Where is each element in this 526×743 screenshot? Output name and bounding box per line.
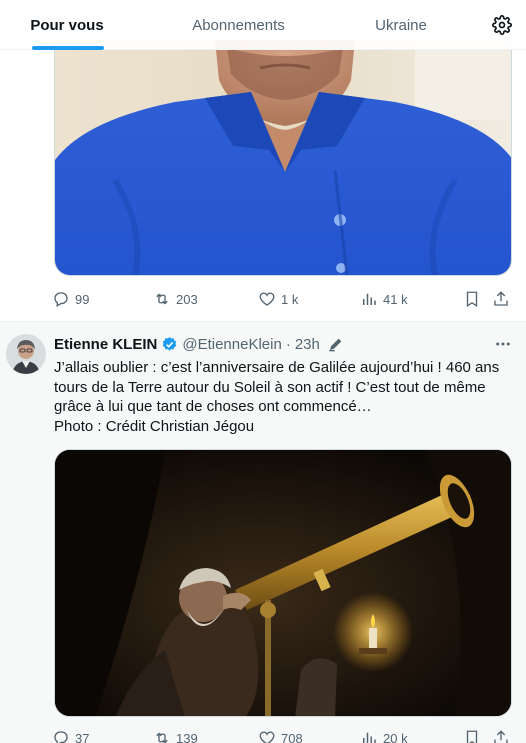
tweet[interactable]: Etienne KLEIN @EtienneKlein · 23h J’alla… (0, 322, 526, 743)
gear-icon (492, 15, 512, 35)
share-button[interactable] (492, 727, 510, 743)
tweet-text-line: grâce à lui que tant de choses ont comme… (54, 398, 372, 415)
views-icon (363, 293, 376, 305)
retweet-count: 203 (176, 291, 198, 307)
like-button[interactable]: 1 k (258, 288, 298, 310)
retweet-button[interactable]: 139 (153, 727, 198, 743)
share-button[interactable] (492, 288, 510, 310)
bookmark-icon (466, 730, 478, 743)
verified-badge-icon (163, 336, 177, 351)
active-tab-indicator (32, 46, 104, 50)
retweet-icon (156, 293, 168, 305)
tweet-photo[interactable] (54, 40, 512, 276)
reply-icon (54, 731, 68, 743)
timeline-tab-bar: Pour vous Abonnements Ukraine (0, 0, 526, 50)
tweet-text-line: Photo : Crédit Christian Jégou (54, 417, 255, 435)
bookmark-icon (466, 291, 478, 308)
heart-icon (259, 731, 275, 743)
pencil-icon[interactable] (328, 336, 344, 352)
share-icon (494, 291, 508, 306)
reply-count: 99 (75, 291, 90, 307)
man-in-blue-polo-photo (55, 40, 511, 275)
views-icon (363, 732, 376, 743)
tab-ukraine[interactable]: Ukraine (344, 0, 458, 50)
bookmark-button[interactable] (463, 727, 481, 743)
bookmark-button[interactable] (463, 288, 481, 310)
galileo-telescope-painting (55, 450, 511, 716)
more-options-button[interactable] (492, 334, 514, 354)
separator-dot: · (285, 335, 291, 353)
author-handle[interactable]: @EtienneKlein (182, 336, 281, 353)
reply-icon (54, 292, 68, 307)
tweet-photo[interactable] (54, 449, 512, 717)
tweet-header: Etienne KLEIN @EtienneKlein · 23h (54, 334, 344, 354)
timeline-settings-button[interactable] (489, 12, 515, 38)
tab-label: Ukraine (375, 16, 427, 34)
retweet-button[interactable]: 203 (153, 288, 198, 310)
view-count: 41 k (383, 291, 408, 307)
tweet-text-line: J’allais oublier : c’est l’anniversaire … (54, 359, 500, 376)
like-count: 708 (281, 730, 303, 743)
share-icon (494, 730, 508, 743)
heart-icon (259, 292, 275, 306)
retweet-icon (156, 732, 168, 743)
tab-abonnements[interactable]: Abonnements (160, 0, 317, 50)
tweet-text: J’allais oublier : c’est l’anniversaire … (54, 358, 516, 436)
views-button[interactable]: 20 k (360, 727, 408, 743)
tab-label: Pour vous (30, 16, 104, 34)
view-count: 20 k (383, 730, 408, 743)
avatar-photo (6, 334, 46, 374)
avatar[interactable] (6, 334, 46, 374)
tab-pour-vous[interactable]: Pour vous (0, 0, 134, 50)
like-count: 1 k (281, 291, 299, 307)
author-name[interactable]: Etienne KLEIN (54, 336, 157, 353)
reply-count: 37 (75, 730, 90, 743)
tweet-actions: 37 139 708 20 k (52, 727, 512, 743)
reply-button[interactable]: 99 (52, 288, 89, 310)
retweet-count: 139 (176, 730, 198, 743)
tweet-timestamp[interactable]: 23h (295, 336, 320, 353)
like-button[interactable]: 708 (258, 727, 303, 743)
more-icon (496, 342, 510, 346)
tab-label: Abonnements (192, 16, 285, 34)
tweet-text-line: tours de la Terre autour du Soleil à son… (54, 378, 486, 396)
tweet-actions: 99 203 1 k 41 k (52, 288, 512, 310)
reply-button[interactable]: 37 (52, 727, 89, 743)
views-button[interactable]: 41 k (360, 288, 408, 310)
